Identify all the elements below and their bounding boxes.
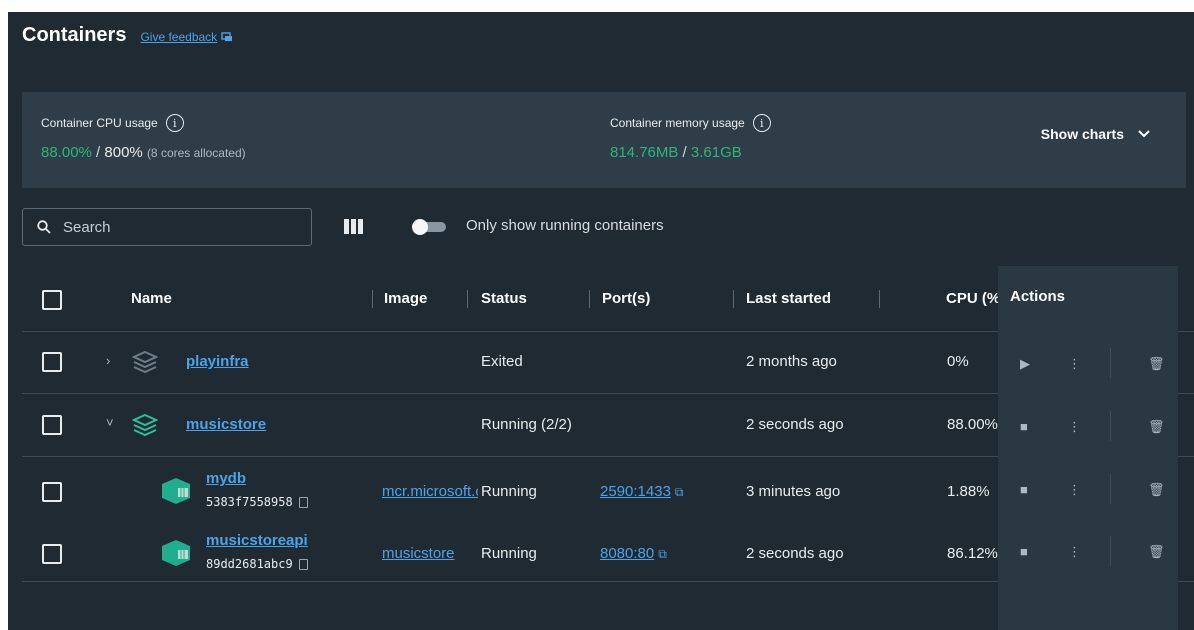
- stop-icon[interactable]: ■: [1020, 482, 1028, 497]
- columns-icon[interactable]: [344, 219, 363, 234]
- row-checkbox[interactable]: [42, 415, 62, 435]
- column-ports[interactable]: Port(s): [602, 290, 650, 307]
- container-name-link[interactable]: playinfra: [186, 353, 249, 370]
- memory-separator: /: [678, 144, 691, 161]
- cpu-text: 0%: [947, 353, 969, 370]
- chevron-right-icon[interactable]: ›: [106, 353, 110, 368]
- running-only-label: Only show running containers: [466, 217, 664, 234]
- status-text: Running: [481, 483, 537, 500]
- search-placeholder: Search: [63, 218, 111, 236]
- cpu-total-value: 800%: [104, 144, 143, 161]
- usage-stats-panel: Container CPU usage i 88.00% / 800% (8 c…: [22, 92, 1186, 188]
- cpu-info-icon[interactable]: i: [165, 114, 184, 132]
- more-options-icon[interactable]: ⋮: [1068, 419, 1081, 435]
- cpu-usage-stat: Container CPU usage i 88.00% / 800% (8 c…: [41, 114, 246, 161]
- image-link[interactable]: musicstore: [382, 545, 478, 562]
- stop-icon[interactable]: ■: [1020, 544, 1028, 559]
- row-checkbox[interactable]: [42, 482, 62, 502]
- column-actions: Actions: [1010, 288, 1066, 305]
- give-feedback-label: Give feedback: [140, 30, 218, 44]
- cpu-separator: /: [91, 144, 105, 161]
- column-last-started[interactable]: Last started: [746, 290, 831, 307]
- container-icon: [162, 478, 190, 504]
- port-link[interactable]: 8080:80 ⧉: [600, 545, 667, 562]
- container-name-link[interactable]: mydb: [206, 470, 246, 487]
- container-name-link[interactable]: musicstore: [186, 416, 266, 433]
- container-id: 89dd2681abc9: [206, 557, 308, 571]
- last-started-text: 2 seconds ago: [746, 416, 844, 433]
- image-link[interactable]: mcr.microsoft.com/mssql/server: [382, 483, 478, 500]
- start-icon[interactable]: ▶: [1020, 356, 1030, 372]
- copy-icon[interactable]: [298, 558, 308, 570]
- container-name-link[interactable]: musicstoreapi: [206, 532, 308, 549]
- status-text: Exited: [481, 353, 523, 370]
- column-cpu[interactable]: CPU (%): [946, 290, 998, 307]
- search-icon: [37, 220, 51, 234]
- show-charts-button[interactable]: Show charts: [1041, 126, 1150, 142]
- status-text: Running: [481, 545, 537, 562]
- give-feedback-link[interactable]: Give feedback: [140, 30, 233, 44]
- cpu-text: 88.00%: [947, 416, 998, 433]
- delete-icon[interactable]: 🗑: [1148, 544, 1165, 560]
- memory-usage-label: Container memory usage: [610, 116, 745, 130]
- column-status[interactable]: Status: [481, 290, 527, 307]
- running-only-toggle[interactable]: [412, 219, 446, 235]
- chevron-down-icon: [1138, 130, 1150, 138]
- window-left-edge: [0, 0, 8, 630]
- stop-icon[interactable]: ■: [1020, 419, 1028, 434]
- more-options-icon[interactable]: ⋮: [1068, 482, 1081, 498]
- delete-icon[interactable]: 🗑: [1148, 356, 1165, 372]
- last-started-text: 2 months ago: [746, 353, 837, 370]
- copy-icon[interactable]: [298, 496, 308, 508]
- more-options-icon[interactable]: ⋮: [1068, 356, 1081, 372]
- cpu-usage-label: Container CPU usage: [41, 116, 158, 130]
- page-header: Containers Give feedback: [22, 24, 233, 47]
- containers-panel: Containers Give feedback Container CPU u…: [8, 12, 1194, 630]
- actions-column: Actions ▶ ⋮ 🗑 ■ ⋮ 🗑 ■ ⋮ 🗑 ■ ⋮ 🗑: [998, 266, 1178, 630]
- window-top-edge: [0, 0, 1194, 12]
- column-image[interactable]: Image: [384, 290, 427, 307]
- cpu-text: 86.12%: [947, 545, 998, 562]
- search-input[interactable]: Search: [22, 208, 312, 246]
- column-name[interactable]: Name: [131, 290, 172, 307]
- cpu-cores-note: (8 cores allocated): [146, 146, 246, 160]
- container-id: 5383f7558958: [206, 495, 308, 509]
- chevron-down-icon[interactable]: ˅: [106, 415, 114, 430]
- delete-icon[interactable]: 🗑: [1148, 482, 1165, 498]
- delete-icon[interactable]: 🗑: [1148, 419, 1165, 435]
- memory-usage-stat: Container memory usage i 814.76MB / 3.61…: [610, 114, 771, 161]
- container-id-text: 89dd2681abc9: [206, 557, 293, 571]
- page-title: Containers: [22, 24, 127, 46]
- cpu-usage-value: 88.00%: [41, 144, 92, 161]
- memory-usage-value: 814.76MB: [610, 144, 679, 161]
- memory-info-icon[interactable]: i: [752, 114, 771, 132]
- container-icon: [162, 540, 190, 566]
- cpu-text: 1.88%: [947, 483, 990, 500]
- last-started-text: 3 minutes ago: [746, 483, 841, 500]
- compose-stack-icon: [132, 413, 158, 437]
- status-text: Running (2/2): [481, 416, 572, 433]
- select-all-checkbox[interactable]: [42, 290, 62, 310]
- memory-total-value: 3.61GB: [690, 144, 742, 161]
- port-link[interactable]: 2590:1433 ⧉: [600, 483, 683, 500]
- last-started-text: 2 seconds ago: [746, 545, 844, 562]
- feedback-icon: [221, 32, 233, 41]
- toolbar: Search Only show running containers: [22, 208, 922, 246]
- row-checkbox[interactable]: [42, 544, 62, 564]
- compose-stack-icon: [132, 350, 158, 374]
- external-link-icon: ⧉: [674, 485, 684, 499]
- more-options-icon[interactable]: ⋮: [1068, 544, 1081, 560]
- show-charts-label: Show charts: [1040, 126, 1124, 142]
- row-checkbox[interactable]: [42, 352, 62, 372]
- container-id-text: 5383f7558958: [206, 495, 293, 509]
- external-link-icon: ⧉: [658, 547, 667, 561]
